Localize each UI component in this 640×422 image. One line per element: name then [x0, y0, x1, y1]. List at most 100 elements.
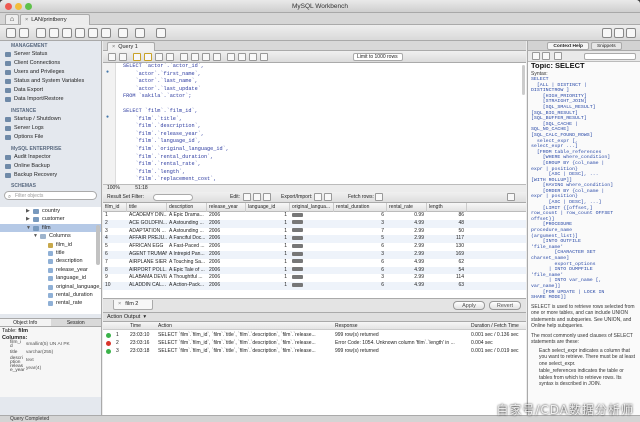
table-cell[interactable]: 2.99 — [387, 251, 427, 259]
tree-column-title[interactable]: title — [0, 249, 101, 257]
table-cell[interactable]: 5 — [103, 243, 127, 251]
toggle-sidebar-icon[interactable] — [602, 28, 612, 38]
table-cell[interactable]: A Epic Drama... — [167, 212, 207, 220]
nav-options-file[interactable]: Options File — [0, 133, 101, 142]
execute-icon[interactable] — [133, 53, 141, 61]
table-cell[interactable]: 6 — [334, 259, 387, 267]
find-icon[interactable] — [238, 53, 246, 61]
code-line[interactable]: FROM `sakila`.`actor`; — [123, 93, 513, 101]
nav-client-connections[interactable]: Client Connections — [0, 59, 101, 68]
close-window-button[interactable] — [5, 3, 12, 10]
create-function-icon[interactable] — [101, 28, 111, 38]
table-row[interactable]: 8 AIRPORT POLL... A Epic Tale of ... 2006 1 6… — [103, 266, 526, 275]
table-cell[interactable]: 1 — [246, 235, 290, 243]
table-cell[interactable]: ACADEMY DIN... — [127, 212, 167, 220]
table-cell[interactable]: AIRPLANE SIERRA — [127, 259, 167, 267]
edit-row-icon[interactable] — [243, 193, 251, 201]
code-line[interactable]: `film`.`description`, — [123, 123, 513, 131]
house-icon[interactable]: ⌂ — [5, 14, 19, 24]
table-cell[interactable]: 2006 — [207, 228, 246, 236]
save-file-icon[interactable] — [119, 53, 127, 61]
blob-cell[interactable] — [290, 267, 334, 275]
code-line[interactable]: `film`.`replacement_cost`, — [123, 176, 513, 184]
table-cell[interactable]: 3 — [103, 228, 127, 236]
table-cell[interactable]: A Touching Sa... — [167, 259, 207, 267]
table-cell[interactable]: AGENT TRUMAN — [127, 251, 167, 259]
new-sql-tab-icon[interactable] — [6, 28, 16, 38]
create-view-icon[interactable] — [75, 28, 85, 38]
close-tab-icon[interactable]: × — [25, 17, 28, 23]
autocommit-icon[interactable] — [213, 53, 221, 61]
revert-button[interactable]: Revert — [489, 301, 521, 310]
table-cell[interactable]: 4.99 — [387, 259, 427, 267]
table-cell[interactable]: 2.99 — [387, 228, 427, 236]
table-cell[interactable]: 1 — [246, 212, 290, 220]
table-cell[interactable]: 2 — [103, 220, 127, 228]
tab-object-info[interactable]: Object Info — [0, 319, 51, 326]
beautify-icon[interactable] — [227, 53, 235, 61]
nav-audit-inspector[interactable]: Audit Inspector — [0, 153, 101, 162]
blob-cell[interactable] — [290, 259, 334, 267]
table-row[interactable]: 5 AFRICAN EGG A Fast-Paced ... 2006 1 6 2.99 13… — [103, 243, 526, 251]
reconnect-icon[interactable] — [135, 28, 145, 38]
tree-item-film[interactable]: ▼ film — [0, 223, 101, 233]
table-cell[interactable]: 2006 — [207, 267, 246, 275]
code-line[interactable]: `actor`.`first_name`, — [123, 71, 513, 79]
auto-help-icon[interactable] — [554, 52, 562, 60]
table-cell[interactable]: 3 — [334, 220, 387, 228]
tab-snippets[interactable]: Snippets — [590, 42, 622, 50]
table-cell[interactable]: 1 — [246, 243, 290, 251]
sql-editor[interactable]: ● ● SELECT `actor`.`actor_id`, `actor`.`… — [103, 63, 526, 184]
help-topic-select[interactable] — [584, 53, 636, 60]
table-cell[interactable]: 50 — [427, 228, 467, 236]
table-cell[interactable]: 2006 — [207, 212, 246, 220]
invisible-chars-icon[interactable] — [249, 53, 257, 61]
result-tab[interactable]: × film 2 — [113, 300, 153, 310]
fetch-next-icon[interactable] — [375, 193, 383, 201]
tree-column-film-id[interactable]: film_id — [0, 241, 101, 249]
table-cell[interactable]: 2006 — [207, 235, 246, 243]
code-line[interactable]: `actor`.`last_update` — [123, 86, 513, 94]
toggle-continue-on-error-icon[interactable] — [180, 53, 188, 61]
blob-cell[interactable] — [290, 220, 334, 228]
open-file-icon[interactable] — [108, 53, 116, 61]
table-cell[interactable]: A Action-Pack... — [167, 282, 207, 290]
tree-column-language-id[interactable]: language_id — [0, 274, 101, 282]
rollback-icon[interactable] — [202, 53, 210, 61]
table-cell[interactable]: 9 — [103, 274, 127, 282]
table-cell[interactable]: 5 — [334, 235, 387, 243]
table-cell[interactable]: AIRPORT POLL... — [127, 267, 167, 275]
schema-filter-input[interactable]: ⌕ Filter objects — [4, 191, 97, 200]
column-header[interactable]: rental_duration — [334, 203, 387, 212]
expand-arrow-icon[interactable]: ▶ — [26, 215, 30, 223]
table-cell[interactable]: 2006 — [207, 274, 246, 282]
table-cell[interactable]: 54 — [427, 267, 467, 275]
code-line[interactable] — [123, 101, 513, 109]
output-row[interactable]: 1 23:03:10 SELECT `film`.`film_id`, `film`… — [103, 331, 526, 339]
zoom-window-button[interactable] — [25, 3, 32, 10]
table-cell[interactable]: 6 — [103, 251, 127, 259]
close-tab-icon[interactable]: × — [112, 44, 115, 50]
table-row[interactable]: 4 AFFAIR PREJU... A Fanciful Doc... 2006 1 5 2… — [103, 235, 526, 244]
table-cell[interactable]: 1 — [103, 212, 127, 220]
nav-startup-shutdown[interactable]: Startup / Shutdown — [0, 115, 101, 124]
table-cell[interactable]: A Epic Tale of ... — [167, 267, 207, 275]
tree-item-customer[interactable]: ▶ customer — [0, 215, 101, 223]
tree-item-columns[interactable]: ▼ Columns — [0, 232, 101, 240]
column-header[interactable]: description — [167, 203, 207, 212]
forward-icon[interactable] — [542, 52, 550, 60]
nav-status-variables[interactable]: Status and System Variables — [0, 77, 101, 86]
code-line[interactable]: SELECT `actor`.`actor_id`, — [123, 63, 513, 71]
table-cell[interactable]: 130 — [427, 243, 467, 251]
table-cell[interactable]: 6 — [334, 282, 387, 290]
connection-tab[interactable]: × LAN/printberry — [20, 14, 90, 25]
table-cell[interactable]: 1 — [246, 274, 290, 282]
table-cell[interactable]: AFFAIR PREJU... — [127, 235, 167, 243]
nav-users-privileges[interactable]: Users and Privileges — [0, 68, 101, 77]
table-cell[interactable]: 86 — [427, 212, 467, 220]
add-row-icon[interactable] — [253, 193, 261, 201]
create-table-icon[interactable] — [62, 28, 72, 38]
tree-column-rental-duration[interactable]: rental_duration — [0, 291, 101, 299]
tree-scrollbar[interactable] — [96, 225, 100, 265]
import-icon[interactable] — [324, 193, 332, 201]
